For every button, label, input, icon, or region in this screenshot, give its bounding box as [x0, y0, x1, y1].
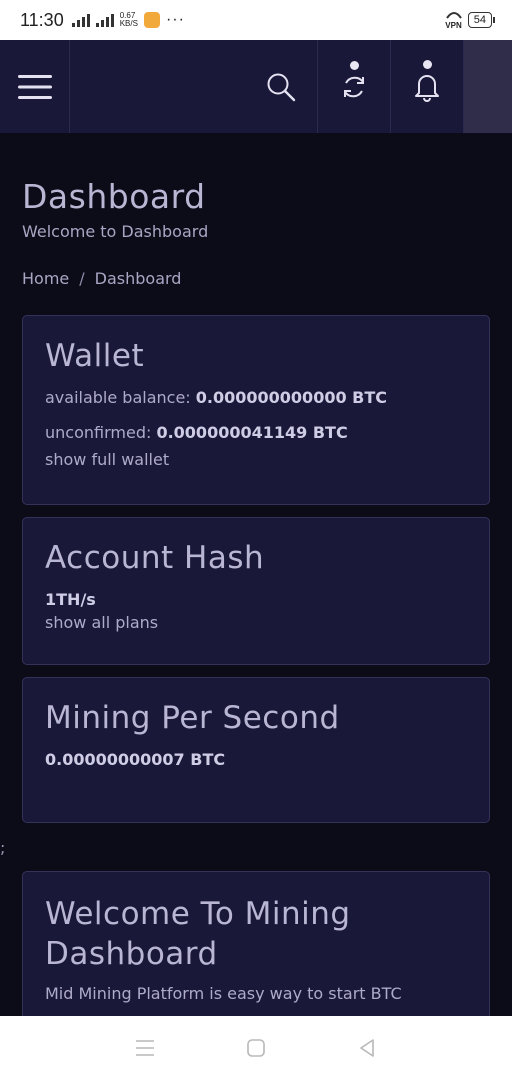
battery-icon: 54	[467, 12, 496, 28]
more-notifications: ···	[165, 11, 185, 28]
menu-button[interactable]	[0, 40, 70, 133]
welcome-card: Welcome To Mining Dashboard Mid Mining P…	[22, 871, 490, 1031]
mining-per-second-value: 0.00000000007 BTC	[45, 750, 226, 769]
page-title: Dashboard	[22, 177, 206, 216]
status-bar: 11:30 0.67 KB/S ··· VPN 54	[0, 0, 512, 40]
sync-icon	[340, 60, 368, 101]
main-content: Dashboard Welcome to Dashboard Home / Da…	[0, 133, 512, 288]
notifications-button[interactable]	[391, 40, 464, 133]
top-navbar	[0, 40, 512, 133]
mining-per-second-card: Mining Per Second 0.00000000007 BTC	[22, 677, 490, 823]
navbar-end-panel	[464, 40, 512, 133]
stray-text: ;	[0, 838, 6, 857]
show-full-wallet-link[interactable]: show full wallet	[45, 450, 467, 469]
search-icon	[267, 73, 295, 101]
welcome-title: Welcome To Mining Dashboard	[45, 896, 351, 972]
wallet-card: Wallet available balance: 0.000000000000…	[22, 315, 490, 505]
wallet-title: Wallet	[45, 338, 145, 374]
system-navigation-bar	[0, 1016, 512, 1080]
back-icon[interactable]	[357, 1038, 377, 1058]
bell-icon	[414, 59, 440, 102]
net-speed: 0.67 KB/S	[119, 11, 138, 28]
signal-icon-2	[95, 13, 114, 27]
signal-icon	[71, 13, 90, 27]
vpn-icon: VPN	[445, 10, 462, 30]
breadcrumb-home[interactable]: Home	[22, 269, 69, 288]
available-balance: available balance: 0.000000000000 BTC	[45, 388, 388, 407]
mining-per-second-title: Mining Per Second	[45, 700, 340, 736]
recents-icon[interactable]	[135, 1039, 155, 1057]
sync-button[interactable]	[318, 40, 391, 133]
account-hash-value: 1TH/s	[45, 590, 96, 609]
hamburger-menu-icon	[17, 74, 52, 99]
app-notification-icon	[143, 12, 160, 28]
unconfirmed-balance: unconfirmed: 0.000000041149 BTC	[45, 423, 348, 442]
available-balance-value: 0.000000000000 BTC	[195, 388, 388, 407]
status-time: 11:30	[20, 9, 64, 30]
page-subtitle: Welcome to Dashboard	[22, 222, 209, 241]
home-icon[interactable]	[246, 1038, 266, 1058]
welcome-text: Mid Mining Platform is easy way to start…	[45, 984, 402, 1003]
show-all-plans-link[interactable]: show all plans	[45, 613, 467, 632]
search-button[interactable]	[244, 40, 318, 133]
account-hash-card: Account Hash 1TH/s show all plans	[22, 517, 490, 665]
breadcrumb-current: Dashboard	[94, 269, 182, 288]
account-hash-title: Account Hash	[45, 540, 265, 576]
navbar-spacer	[70, 40, 244, 133]
breadcrumb-separator: /	[79, 269, 85, 288]
breadcrumb: Home / Dashboard	[22, 269, 490, 288]
unconfirmed-balance-value: 0.000000041149 BTC	[156, 423, 348, 442]
